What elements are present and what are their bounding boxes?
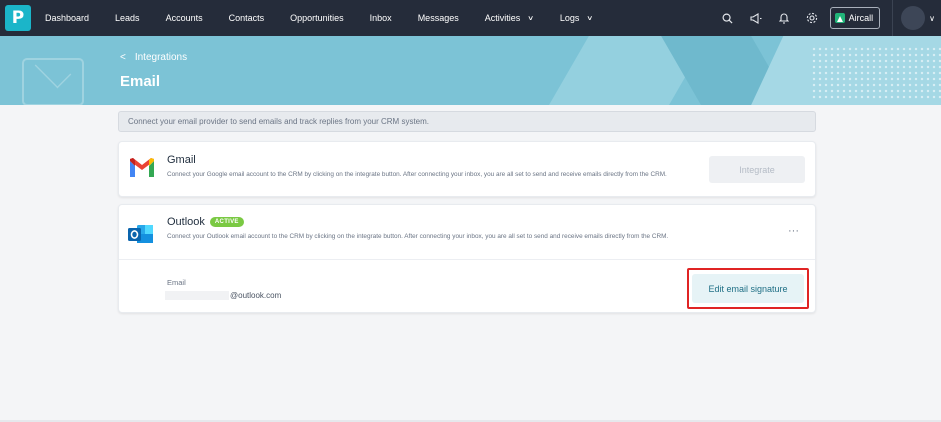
nav-activities[interactable]: Activities ∨ — [485, 13, 534, 24]
nav-inbox-label: Inbox — [369, 13, 392, 23]
nav-opportunities[interactable]: Opportunities — [290, 13, 344, 23]
aircall-button[interactable]: Aircall — [829, 7, 881, 29]
edit-email-signature-button[interactable]: Edit email signature — [692, 274, 804, 303]
nav-messages[interactable]: Messages — [418, 13, 459, 23]
nav-inbox[interactable]: Inbox — [370, 13, 392, 23]
aircall-label: Aircall — [848, 13, 874, 23]
chevron-left-icon: < — [120, 52, 126, 63]
card-divider — [119, 259, 815, 260]
nav-activities-label: Activities — [484, 13, 521, 23]
email-domain: @outlook.com — [230, 291, 282, 300]
envelope-illustration-icon — [22, 58, 84, 105]
gmail-title: Gmail — [167, 154, 196, 166]
nav-dashboard[interactable]: Dashboard — [45, 13, 89, 23]
gear-icon[interactable] — [798, 12, 826, 24]
bell-icon[interactable] — [770, 12, 798, 24]
more-options-icon[interactable]: ··· — [788, 225, 799, 237]
outlook-logo-icon — [128, 225, 153, 243]
nav-accounts-label: Accounts — [165, 13, 203, 23]
megaphone-icon[interactable] — [742, 12, 770, 24]
nav-opportunities-label: Opportunities — [290, 13, 344, 23]
email-value: @outlook.com — [165, 291, 281, 300]
outlook-card: Outlook ACTIVE Connect your Outlook emai… — [118, 204, 816, 313]
user-menu[interactable]: ∨ — [893, 6, 941, 30]
email-label: Email — [167, 278, 186, 287]
nav-contacts[interactable]: Contacts — [229, 13, 265, 23]
nav-leads-label: Leads — [115, 13, 140, 23]
topbar-tools: Aircall ∨ — [714, 0, 941, 36]
nav-leads[interactable]: Leads — [115, 13, 140, 23]
breadcrumb[interactable]: < Integrations — [120, 52, 187, 63]
nav-contacts-label: Contacts — [228, 13, 265, 23]
breadcrumb-integrations[interactable]: Integrations — [135, 52, 187, 63]
search-icon[interactable] — [714, 13, 742, 24]
info-banner: Connect your email provider to send emai… — [118, 111, 816, 132]
banner-dot-pattern — [811, 46, 941, 101]
aircall-icon — [834, 13, 845, 23]
nav-dashboard-label: Dashboard — [45, 13, 90, 23]
gmail-description: Connect your Google email account to the… — [167, 171, 667, 178]
avatar — [901, 6, 926, 30]
chevron-down-icon: ∨ — [527, 14, 534, 22]
page-banner — [0, 36, 941, 105]
nav-logs[interactable]: Logs ∨ — [560, 13, 593, 24]
page-title: Email — [120, 73, 161, 90]
nav-accounts[interactable]: Accounts — [166, 13, 203, 23]
gmail-logo-icon — [130, 158, 154, 177]
main-nav: Dashboard Leads Accounts Contacts Opport… — [45, 0, 619, 36]
status-badge: ACTIVE — [209, 217, 244, 227]
outlook-description: Connect your Outlook email account to th… — [167, 233, 669, 240]
nav-logs-label: Logs — [559, 13, 580, 23]
outlook-title-text: Outlook — [167, 216, 205, 228]
app-logo[interactable]: P — [5, 5, 31, 31]
chevron-down-icon: ∨ — [586, 14, 593, 22]
redacted-text — [165, 291, 229, 300]
top-navigation-bar: P Dashboard Leads Accounts Contacts Oppo… — [0, 0, 941, 36]
highlight-box: Edit email signature — [687, 268, 809, 309]
nav-messages-label: Messages — [417, 13, 459, 23]
integrate-button[interactable]: Integrate — [709, 156, 805, 183]
gmail-card: Gmail Connect your Google email account … — [118, 141, 816, 197]
chevron-down-icon: ∨ — [929, 13, 935, 23]
outlook-title: Outlook ACTIVE — [167, 216, 244, 228]
